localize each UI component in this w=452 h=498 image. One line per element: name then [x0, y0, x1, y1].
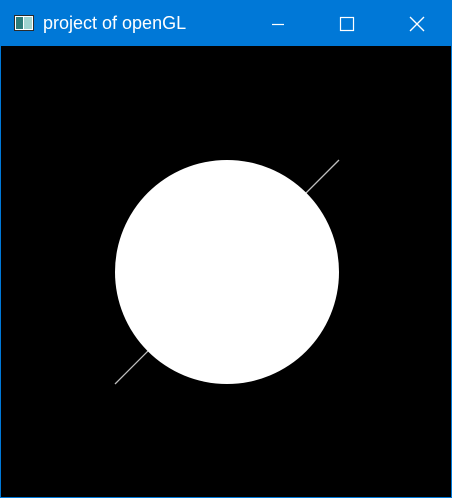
title-bar[interactable]: project of openGL: [1, 1, 451, 46]
close-icon: [409, 16, 425, 31]
window-title: project of openGL: [43, 13, 187, 33]
maximize-icon: [339, 16, 355, 31]
close-button[interactable]: [382, 1, 452, 46]
minimize-icon: [272, 23, 284, 25]
app-icon: [14, 15, 34, 31]
maximize-button[interactable]: [312, 1, 382, 46]
minimize-button[interactable]: [243, 1, 313, 46]
white-sphere: [115, 160, 339, 384]
app-window: project of openGL: [0, 0, 452, 498]
opengl-canvas[interactable]: [1, 46, 451, 497]
